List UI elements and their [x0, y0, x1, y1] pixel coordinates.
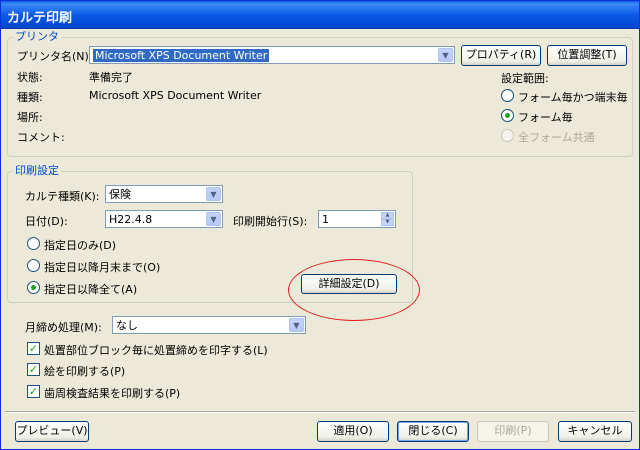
- printer-name-select[interactable]: Microsoft XPS Document Writer ▼: [89, 46, 455, 64]
- date-option-only-radio[interactable]: [27, 237, 40, 250]
- position-adjust-button[interactable]: 位置調整(T): [547, 45, 627, 66]
- footer-divider: [5, 411, 635, 413]
- chevron-down-icon[interactable]: ▼: [289, 318, 304, 332]
- cancel-button[interactable]: キャンセル: [558, 421, 632, 442]
- printer-group-title: プリンタ: [13, 30, 61, 43]
- checkbox-print-picture-label[interactable]: 絵を印刷する(P): [44, 363, 125, 379]
- title-bar: カルテ印刷: [1, 1, 639, 29]
- range-radio-form-terminal[interactable]: [501, 89, 514, 102]
- start-line-spinner[interactable]: 1 ▲ ▼: [318, 210, 396, 228]
- start-line-label: 印刷開始行(S):: [233, 215, 308, 228]
- date-select[interactable]: H22.4.8 ▼: [105, 210, 223, 228]
- preview-button[interactable]: プレビュー(V): [15, 421, 89, 442]
- apply-button[interactable]: 適用(O): [317, 421, 389, 442]
- location-label: 場所:: [17, 111, 43, 124]
- print-settings-group-title: 印刷設定: [13, 164, 61, 177]
- properties-button[interactable]: プロパティ(R): [461, 45, 541, 66]
- status-value: 準備完了: [89, 71, 133, 84]
- karte-type-label: カルテ種類(K):: [25, 190, 100, 203]
- checkbox-periodontal-label[interactable]: 歯周検査結果を印刷する(P): [44, 385, 180, 401]
- chevron-down-icon[interactable]: ▼: [206, 212, 221, 226]
- karte-print-dialog: カルテ印刷 プリンタ プリンタ名(N) : Microsoft XPS Docu…: [0, 0, 640, 450]
- date-label: 日付(D):: [25, 215, 68, 228]
- monthly-closing-select[interactable]: なし ▼: [112, 316, 306, 334]
- range-radio-all-forms[interactable]: [501, 129, 514, 142]
- start-line-value: 1: [322, 213, 329, 226]
- checkbox-block-closing[interactable]: ✓: [27, 342, 40, 355]
- status-label: 状態:: [17, 71, 43, 84]
- range-option-form[interactable]: フォーム毎: [518, 109, 573, 125]
- date-option-all-radio[interactable]: [27, 281, 40, 294]
- monthly-closing-value: なし: [116, 319, 138, 332]
- comment-label: コメント:: [17, 131, 65, 144]
- checkbox-periodontal[interactable]: ✓: [27, 385, 40, 398]
- karte-type-value: 保険: [109, 188, 131, 201]
- printer-name-value: Microsoft XPS Document Writer: [93, 49, 270, 62]
- spin-up-icon[interactable]: ▲: [381, 212, 394, 219]
- type-label: 種類:: [17, 91, 43, 104]
- type-value: Microsoft XPS Document Writer: [89, 89, 262, 102]
- chevron-down-icon[interactable]: ▼: [438, 48, 453, 62]
- range-option-form-terminal[interactable]: フォーム毎かつ端末毎: [518, 89, 628, 105]
- karte-type-select[interactable]: 保険 ▼: [105, 185, 223, 203]
- close-button[interactable]: 閉じる(C): [397, 421, 469, 442]
- chevron-down-icon[interactable]: ▼: [206, 187, 221, 201]
- date-option-month-end[interactable]: 指定日以降月末まで(O): [44, 259, 160, 275]
- checkbox-block-closing-label[interactable]: 処置部位ブロック毎に処置締めを印字する(L): [44, 342, 268, 358]
- monthly-closing-label: 月締め処理(M):: [25, 321, 102, 334]
- checkbox-print-picture[interactable]: ✓: [27, 363, 40, 376]
- date-option-only[interactable]: 指定日のみ(D): [44, 237, 116, 253]
- printer-name-label: プリンタ名(N) :: [17, 50, 97, 63]
- spin-down-icon[interactable]: ▼: [381, 219, 394, 226]
- print-button[interactable]: 印刷(P): [477, 421, 549, 442]
- highlight-ellipse: [288, 259, 420, 321]
- range-label: 設定範囲:: [501, 72, 549, 85]
- date-value: H22.4.8: [109, 213, 153, 226]
- range-radio-form[interactable]: [501, 109, 514, 122]
- range-option-all-forms[interactable]: 全フォーム共通: [518, 129, 595, 145]
- date-option-all[interactable]: 指定日以降全て(A): [44, 281, 137, 297]
- date-option-month-end-radio[interactable]: [27, 259, 40, 272]
